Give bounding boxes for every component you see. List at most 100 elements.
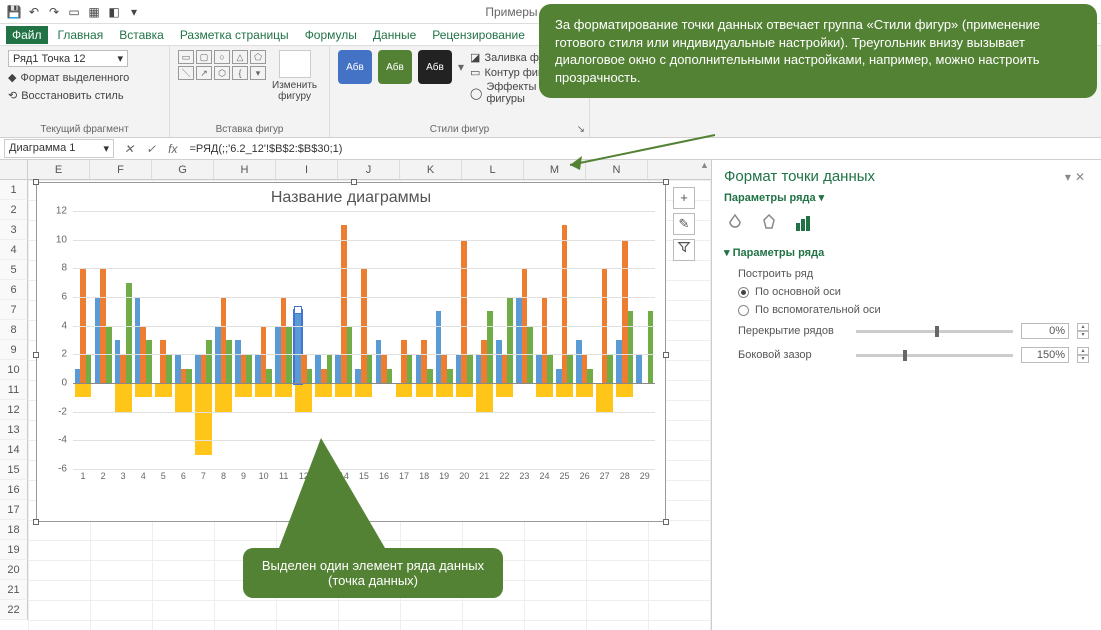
- bar-series3[interactable]: [367, 354, 373, 383]
- row-header[interactable]: 2: [0, 200, 28, 220]
- qat-more-icon[interactable]: ▾: [126, 4, 142, 20]
- reset-style-button[interactable]: ⟲ Восстановить стиль: [8, 88, 124, 103]
- qat-icon[interactable]: ▭: [66, 4, 82, 20]
- shape-gallery-item[interactable]: ↗: [196, 66, 212, 80]
- tab-insert[interactable]: Вставка: [113, 26, 170, 44]
- bar-series3[interactable]: [427, 369, 433, 383]
- bar-series3[interactable]: [587, 369, 593, 383]
- bar-series4[interactable]: [596, 383, 613, 412]
- shape-style-swatch[interactable]: Абв: [338, 50, 372, 84]
- bar-series3[interactable]: [447, 369, 453, 383]
- bar-series4[interactable]: [155, 383, 172, 397]
- row-header[interactable]: 9: [0, 340, 28, 360]
- column-header[interactable]: E: [28, 160, 90, 179]
- row-header[interactable]: 16: [0, 480, 28, 500]
- row-header[interactable]: 18: [0, 520, 28, 540]
- bar-series3[interactable]: [547, 354, 553, 383]
- column-header[interactable]: H: [214, 160, 276, 179]
- fill-line-tab-icon[interactable]: [724, 212, 746, 234]
- row-header[interactable]: 15: [0, 460, 28, 480]
- row-header[interactable]: 8: [0, 320, 28, 340]
- shape-gallery-item[interactable]: △: [232, 50, 248, 64]
- shape-style-swatch[interactable]: Абв: [378, 50, 412, 84]
- bar-series4[interactable]: [255, 383, 272, 397]
- spinner-down-icon[interactable]: ▾: [1077, 331, 1089, 339]
- shape-gallery-item[interactable]: ○: [214, 50, 230, 64]
- shape-gallery-item[interactable]: ⬡: [214, 66, 230, 80]
- bar-series4[interactable]: [536, 383, 553, 397]
- spinner-up-icon[interactable]: ▴: [1077, 323, 1089, 331]
- bar-series4[interactable]: [295, 383, 312, 412]
- bar-series4[interactable]: [456, 383, 473, 397]
- bar-series3[interactable]: [387, 369, 393, 383]
- column-header[interactable]: K: [400, 160, 462, 179]
- gallery-more-icon[interactable]: ▾: [458, 60, 464, 74]
- bar-series4[interactable]: [496, 383, 513, 397]
- tab-home[interactable]: Главная: [52, 26, 110, 44]
- row-header[interactable]: 14: [0, 440, 28, 460]
- bar-series4[interactable]: [616, 383, 633, 397]
- shape-gallery-item[interactable]: ▢: [196, 50, 212, 64]
- bar-series4[interactable]: [195, 383, 212, 455]
- bar-series4[interactable]: [115, 383, 132, 412]
- column-header[interactable]: J: [338, 160, 400, 179]
- effects-tab-icon[interactable]: [758, 212, 780, 234]
- row-header[interactable]: 20: [0, 560, 28, 580]
- bar-series4[interactable]: [556, 383, 573, 397]
- shape-gallery-item[interactable]: {: [232, 66, 248, 80]
- bar-series4[interactable]: [355, 383, 372, 397]
- chart-bars[interactable]: [73, 211, 655, 469]
- shape-style-swatch[interactable]: Абв: [418, 50, 452, 84]
- row-header[interactable]: 17: [0, 500, 28, 520]
- row-header[interactable]: 5: [0, 260, 28, 280]
- bar-series3[interactable]: [467, 354, 473, 383]
- bar-series3[interactable]: [86, 354, 92, 383]
- secondary-axis-radio[interactable]: По вспомогательной оси: [724, 301, 1089, 319]
- qat-icon[interactable]: ◧: [106, 4, 122, 20]
- bar-series3[interactable]: [226, 340, 232, 383]
- bar-series3[interactable]: [266, 369, 272, 383]
- bar-series3[interactable]: [327, 354, 333, 383]
- bar-series3[interactable]: [507, 297, 513, 383]
- row-header[interactable]: 6: [0, 280, 28, 300]
- row-header[interactable]: 11: [0, 380, 28, 400]
- bar-series3[interactable]: [487, 311, 493, 383]
- row-header[interactable]: 4: [0, 240, 28, 260]
- bar-series3[interactable]: [166, 354, 172, 383]
- bar-series4[interactable]: [315, 383, 332, 397]
- chart-filter-button[interactable]: [673, 239, 695, 261]
- row-header[interactable]: 13: [0, 420, 28, 440]
- bar-series4[interactable]: [416, 383, 433, 397]
- tab-data[interactable]: Данные: [367, 26, 422, 44]
- column-header[interactable]: G: [152, 160, 214, 179]
- pane-close-icon[interactable]: ✕: [1075, 170, 1089, 184]
- bar-series3[interactable]: [186, 369, 192, 383]
- bar-series4[interactable]: [175, 383, 192, 412]
- tab-formulas[interactable]: Формулы: [299, 26, 363, 44]
- undo-icon[interactable]: ↶: [26, 4, 42, 20]
- tab-file[interactable]: Файл: [6, 26, 48, 44]
- gap-slider[interactable]: [856, 354, 1013, 357]
- overlap-slider[interactable]: [856, 330, 1013, 333]
- bar-series4[interactable]: [576, 383, 593, 397]
- row-header[interactable]: 12: [0, 400, 28, 420]
- pane-sub[interactable]: Параметры ряда: [724, 192, 816, 204]
- column-header[interactable]: F: [90, 160, 152, 179]
- gap-value[interactable]: 150%: [1021, 347, 1069, 363]
- row-header[interactable]: 10: [0, 360, 28, 380]
- shape-gallery-item[interactable]: ▾: [250, 66, 266, 80]
- column-header[interactable]: I: [276, 160, 338, 179]
- change-shape-button[interactable]: Изменить фигуру: [272, 50, 317, 102]
- bar-series1[interactable]: [636, 354, 642, 383]
- shape-gallery-item[interactable]: ＼: [178, 66, 194, 80]
- bar-series3[interactable]: [628, 311, 634, 383]
- selection-dropdown[interactable]: Ряд1 Точка 12▾: [8, 50, 128, 67]
- overlap-value[interactable]: 0%: [1021, 323, 1069, 339]
- shape-gallery-item[interactable]: ▭: [178, 50, 194, 64]
- primary-axis-radio[interactable]: По основной оси: [724, 283, 1089, 301]
- bar-series3[interactable]: [607, 354, 613, 383]
- cancel-formula-icon[interactable]: ✕: [118, 142, 140, 156]
- bar-series4[interactable]: [476, 383, 493, 412]
- series-options-tab-icon[interactable]: [792, 212, 814, 234]
- row-header[interactable]: 7: [0, 300, 28, 320]
